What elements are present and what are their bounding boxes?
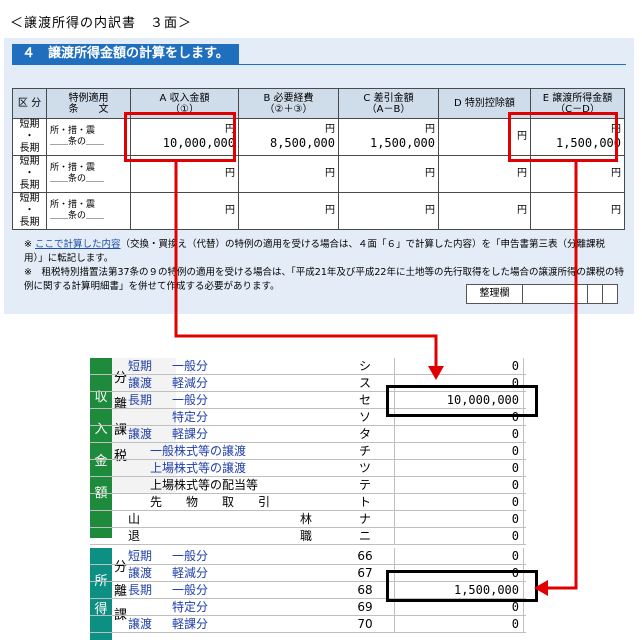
ledger-code: テ [358,478,371,492]
ledger-code: ト [358,495,371,509]
ledger-item-label: 上場株式等の配当等 [150,478,259,492]
ledger-group-label: 山 [128,512,141,526]
ledger-value-field[interactable]: 0 [394,494,524,510]
ledger-value-field[interactable]: 0 [394,460,524,476]
ledger-item-label: 一般分 [172,583,209,597]
tokurei-cell: 所・措・震 ＿＿条の＿＿ [46,155,131,193]
ledger-item-label: 軽課分 [172,427,209,441]
ledger-item-label: 軽減分 [172,566,209,580]
seiri-cell[interactable] [602,285,618,303]
ledger-row: 短期 一般分 シ 0 [90,358,526,375]
seiri-box: 整理欄 [466,284,618,304]
kubun-cell: 短期・長期 [12,192,47,230]
calculation-form: ４ 譲渡所得金額の計算をします。 区 分 特例適用条 文 A 収入金額 （①） B… [4,38,634,314]
highlight-box-68 [386,570,538,602]
col-header-b: B 必要経費 （②＋③） [238,88,339,119]
ledger-code: 68 [357,583,373,597]
ledger-code: ソ [358,410,371,424]
highlight-box-e [508,112,618,162]
ledger-value-field[interactable]: 0 [394,358,524,374]
ledger-item-label: 特定分 [172,410,209,424]
seiri-cell[interactable] [587,285,603,303]
kubun-cell: 短期・長期 [12,155,47,193]
amount-c-field[interactable]: 円 1,500,000 [338,118,439,156]
page-title: ＜譲渡所得の内訳書 ３面＞ [10,16,193,31]
ledger-row: 一般株式等の譲渡 チ 0 [90,443,526,460]
table-row: 短期・長期 所・措・震 ＿＿条の＿＿ 円 円 円 円 円 [12,192,625,230]
ledger-code: タ [358,427,371,441]
amount-e-field[interactable]: 円 [530,192,625,230]
ledger-group-label: 譲渡 [128,566,153,580]
kubun-cell: 短期・長期 [12,118,47,156]
ledger-code: ツ [358,461,371,475]
ledger-row: 譲渡 軽課分 タ 0 [90,426,526,443]
amount-c-field[interactable]: 円 [338,155,439,193]
ledger-code: 69 [357,600,373,614]
ledger-code: ス [358,376,371,390]
ledger-row: 譲渡 軽課分 70 0 [90,616,526,633]
ledger-value-field[interactable]: 0 [394,528,524,544]
ledger-code: 67 [357,566,373,580]
ledger-item-label: 軽減分 [172,376,209,390]
ledger-code: 66 [357,549,373,563]
ledger-row: 山 林 ナ 0 [90,511,526,528]
ledger-code: シ [358,359,371,373]
ledger-code: セ [358,393,371,407]
ledger-code: 70 [357,617,373,631]
ledger-value-field[interactable]: 0 [394,443,524,459]
ledger-item-label: 上場株式等の譲渡 [150,461,247,475]
amount-b-field[interactable]: 円 [238,155,339,193]
ledger-group-label: 短期 [128,359,153,373]
note-1: ※ ここで計算した内容（交換・買換え（代替）の特例の適用を受ける場合は、４面「６… [24,239,606,264]
tokurei-cell: 所・措・震 ＿＿条の＿＿ [46,192,131,230]
ledger-item-label: 一般分 [172,549,209,563]
ledger-value-field[interactable]: 0 [394,477,524,493]
ledger-value-field[interactable]: 0 [394,548,524,564]
ledger-row: 退 職 ニ 0 [90,528,526,545]
tokurei-cell: 所・措・震 ＿＿条の＿＿ [46,118,131,156]
ledger-row: 短期 一般分 66 0 [90,548,526,565]
col-header-kubun: 区 分 [12,88,47,119]
ledger-item-label: 林 [300,512,313,526]
ledger-item-label: 一般分 [172,359,209,373]
ledger-group-label: 短期 [128,549,153,563]
section-header: ４ 譲渡所得金額の計算をします。 [12,44,239,64]
col-header-tokurei: 特例適用条 文 [46,88,131,119]
col-header-c: C 差引金額 （A－B） [338,88,439,119]
amount-d-field[interactable]: 円 [438,192,531,230]
ledger-item-label: 職 [300,529,313,543]
ledger-group-label: 長期 [128,393,153,407]
ledger-group-label: 退 [128,529,141,543]
ledger-group-label: 長期 [128,583,153,597]
amount-b-field[interactable]: 円 [238,192,339,230]
ledger-code: ナ [358,512,371,526]
ledger-group-label: 譲渡 [128,617,153,631]
highlight-box-a [124,112,236,162]
seiri-label: 整理欄 [467,285,523,303]
ledger-item-label: 先 物 取 引 [150,495,271,509]
ledger-group-label: 譲渡 [128,376,153,390]
ledger-item-label: 特定分 [172,600,209,614]
amount-c-field[interactable]: 円 [338,192,439,230]
ledger-row: 上場株式等の配当等 テ 0 [90,477,526,494]
ledger-row: 先 物 取 引 ト 0 [90,494,526,511]
ledger-item-label: 一般分 [172,393,209,407]
highlight-box-se [386,385,538,417]
ledger-value-field[interactable]: 0 [394,616,524,632]
ledger-value-field[interactable]: 0 [394,511,524,527]
header-rule [12,64,626,65]
amount-a-field[interactable]: 円 [130,192,239,230]
ledger-code: チ [358,444,371,458]
ledger-row: 上場株式等の譲渡 ツ 0 [90,460,526,477]
ledger-group-label: 譲渡 [128,427,153,441]
ledger-code: ニ [358,529,371,543]
amount-b-field[interactable]: 円 8,500,000 [238,118,339,156]
ledger-item-label: 一般株式等の譲渡 [150,444,247,458]
ledger-item-label: 軽課分 [172,617,209,631]
ledger-value-field[interactable]: 0 [394,426,524,442]
note-link[interactable]: ここで計算した内容 [35,239,121,250]
